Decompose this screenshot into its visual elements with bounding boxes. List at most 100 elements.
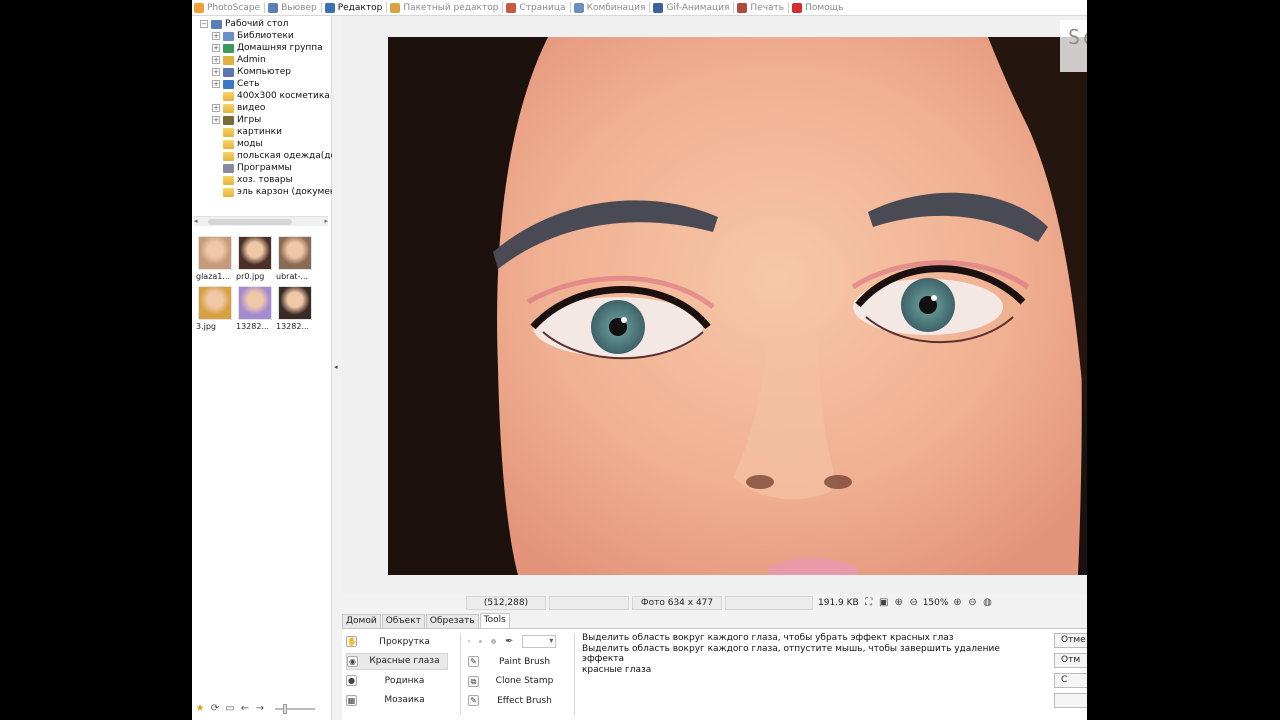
tree-item[interactable]: + Игры	[212, 114, 261, 126]
top-tab-print[interactable]: Печать	[735, 0, 787, 16]
tree-item[interactable]: хоз. товары	[212, 174, 293, 186]
help-line: Выделить область вокруг каждого глаза, ч…	[582, 633, 954, 643]
thumbnail[interactable]: 13282...	[236, 286, 274, 334]
thumbnail[interactable]: 13282...	[276, 286, 314, 334]
thumbnail-image[interactable]	[278, 236, 312, 270]
thumbnail[interactable]: ubrat-...	[276, 236, 314, 284]
tree-item[interactable]: польская одежда(до	[212, 150, 332, 162]
scroll-left-icon[interactable]: ◂	[194, 217, 198, 225]
tree-item[interactable]: + Домашняя группа	[212, 42, 323, 54]
zoom-out-icon[interactable]: ⊖	[908, 597, 920, 609]
expand-icon[interactable]: +	[212, 104, 220, 112]
tab-tools[interactable]: Tools	[479, 613, 510, 628]
panel-splitter[interactable]: ◂	[332, 16, 340, 720]
expand-icon[interactable]	[212, 164, 220, 172]
expand-icon[interactable]	[212, 128, 220, 136]
top-tab-viewer[interactable]: Вьювер	[266, 0, 320, 16]
tab-editor-2[interactable]: Обрезать	[425, 614, 479, 628]
homegroup-icon	[223, 43, 234, 53]
top-tab-page[interactable]: Страница	[504, 0, 568, 16]
zoom-in-icon[interactable]: ⊕	[893, 597, 905, 609]
tool-paint-brush[interactable]: ✎ Paint Brush	[468, 653, 566, 670]
thumbnail-image[interactable]	[238, 286, 272, 320]
thumbnail-image[interactable]	[198, 236, 232, 270]
tree-item[interactable]: + видео	[212, 102, 265, 114]
tree-item[interactable]: + Компьютер	[212, 66, 291, 78]
thumbnail-image[interactable]	[238, 236, 272, 270]
tool-effect-brush[interactable]: ✎ Effect Brush	[468, 692, 566, 709]
collapse-arrow-icon[interactable]: ◂	[334, 363, 338, 371]
tree-item[interactable]: + Сеть	[212, 78, 259, 90]
thumbnail[interactable]: 3.jpg	[196, 286, 234, 334]
tool-hand[interactable]: ✋ Прокрутка	[346, 633, 448, 650]
top-tab-combine[interactable]: Комбинация	[572, 0, 649, 16]
tab-editor-1[interactable]: Объект	[381, 614, 425, 628]
thumbnail-image[interactable]	[278, 286, 312, 320]
refresh-icon[interactable]: ⟳	[209, 703, 221, 715]
tool-clone-stamp[interactable]: ⧉ Clone Stamp	[468, 673, 566, 690]
tool-red-eye[interactable]: ◉ Красные глаза	[346, 652, 448, 670]
brush-size-2[interactable]	[479, 639, 482, 643]
back-arrow-icon[interactable]: ←	[239, 703, 251, 715]
brush-select[interactable]	[522, 634, 557, 648]
editor-canvas[interactable]: SoftFly.ru	[342, 16, 1087, 594]
tree-item[interactable]: эль карзон (докумен	[212, 186, 332, 198]
expand-icon[interactable]: +	[212, 32, 220, 40]
actual-size-icon[interactable]: ▣	[878, 597, 890, 609]
expand-icon[interactable]	[212, 188, 220, 196]
photo-image[interactable]	[388, 37, 1087, 575]
tree-item[interactable]: 400x300 косметика	[212, 90, 330, 102]
side-button[interactable]: Отме	[1054, 633, 1087, 648]
side-button[interactable]: С	[1054, 673, 1087, 688]
tree-item[interactable]: моды	[212, 138, 263, 150]
tree-item[interactable]: + Admin	[212, 54, 266, 66]
tool-mosaic[interactable]: ▦ Мозаика	[346, 692, 448, 709]
expand-icon[interactable]: +	[212, 80, 220, 88]
top-tab-editor[interactable]: Редактор	[323, 0, 386, 16]
tree-item[interactable]: картинки	[212, 126, 282, 138]
expand-icon[interactable]	[212, 176, 220, 184]
fit-to-screen-icon[interactable]: ⛶	[863, 597, 875, 609]
top-tab-photoscape[interactable]: PhotoScape	[192, 0, 263, 16]
thumbnail-image[interactable]	[198, 286, 232, 320]
zoom-in-icon[interactable]: ⊕	[951, 597, 963, 609]
thumbnail[interactable]: pr0.jpg	[236, 236, 274, 284]
expand-icon[interactable]	[212, 152, 220, 160]
expand-icon[interactable]: +	[212, 56, 220, 64]
tree-item[interactable]: Программы	[212, 162, 292, 174]
favorite-star-icon[interactable]: ★	[194, 703, 206, 715]
tree-item[interactable]: − Рабочий стол	[200, 18, 288, 30]
tab-editor-0[interactable]: Домой	[342, 614, 381, 628]
expand-icon[interactable]: +	[212, 116, 220, 124]
thumbnail-size-slider[interactable]	[275, 704, 315, 714]
top-tab-help[interactable]: Помощь	[790, 0, 846, 16]
scrollbar-thumb[interactable]	[208, 219, 292, 225]
scroll-right-icon[interactable]: ▸	[324, 217, 328, 225]
top-tab-batch-editor[interactable]: Пакетный редактор	[388, 0, 501, 16]
brush-size-1[interactable]	[468, 640, 470, 642]
eyedropper-icon[interactable]: ✒	[505, 636, 513, 647]
tools-panel: ✋ Прокрутка ◉ Красные глаза ● Родинка ▦ Мозаика…	[342, 628, 1087, 720]
tree-item-label: Библиотеки	[237, 31, 294, 41]
side-button[interactable]: Отм	[1054, 653, 1087, 668]
zoom-out-icon[interactable]: ⊖	[966, 597, 978, 609]
side-button[interactable]	[1054, 693, 1087, 708]
tree-item-label: Домашняя группа	[237, 43, 323, 53]
brush-size-3[interactable]	[491, 638, 496, 644]
folder-open-icon[interactable]: ▭	[224, 703, 236, 715]
top-tab-label: Вьювер	[281, 2, 317, 13]
expand-icon[interactable]: +	[212, 44, 220, 52]
settings-icon[interactable]: ◍	[981, 597, 993, 609]
tree-item[interactable]: + Библиотеки	[212, 30, 294, 42]
expand-icon[interactable]	[212, 140, 220, 148]
thumbnail[interactable]: glaza1...	[196, 236, 234, 284]
collapse-icon[interactable]: −	[200, 20, 208, 28]
editor-bottom-tabs: Домой Объект Обрезать Tools	[342, 613, 511, 628]
tree-horizontal-scrollbar[interactable]: ◂ ▸	[194, 216, 328, 226]
forward-arrow-icon[interactable]: →	[254, 703, 266, 715]
expand-icon[interactable]	[212, 92, 220, 100]
tree-item-label: моды	[237, 139, 263, 149]
tool-mole[interactable]: ● Родинка	[346, 672, 448, 689]
expand-icon[interactable]: +	[212, 68, 220, 76]
top-tab-gif[interactable]: Gif-Анимация	[651, 0, 732, 16]
